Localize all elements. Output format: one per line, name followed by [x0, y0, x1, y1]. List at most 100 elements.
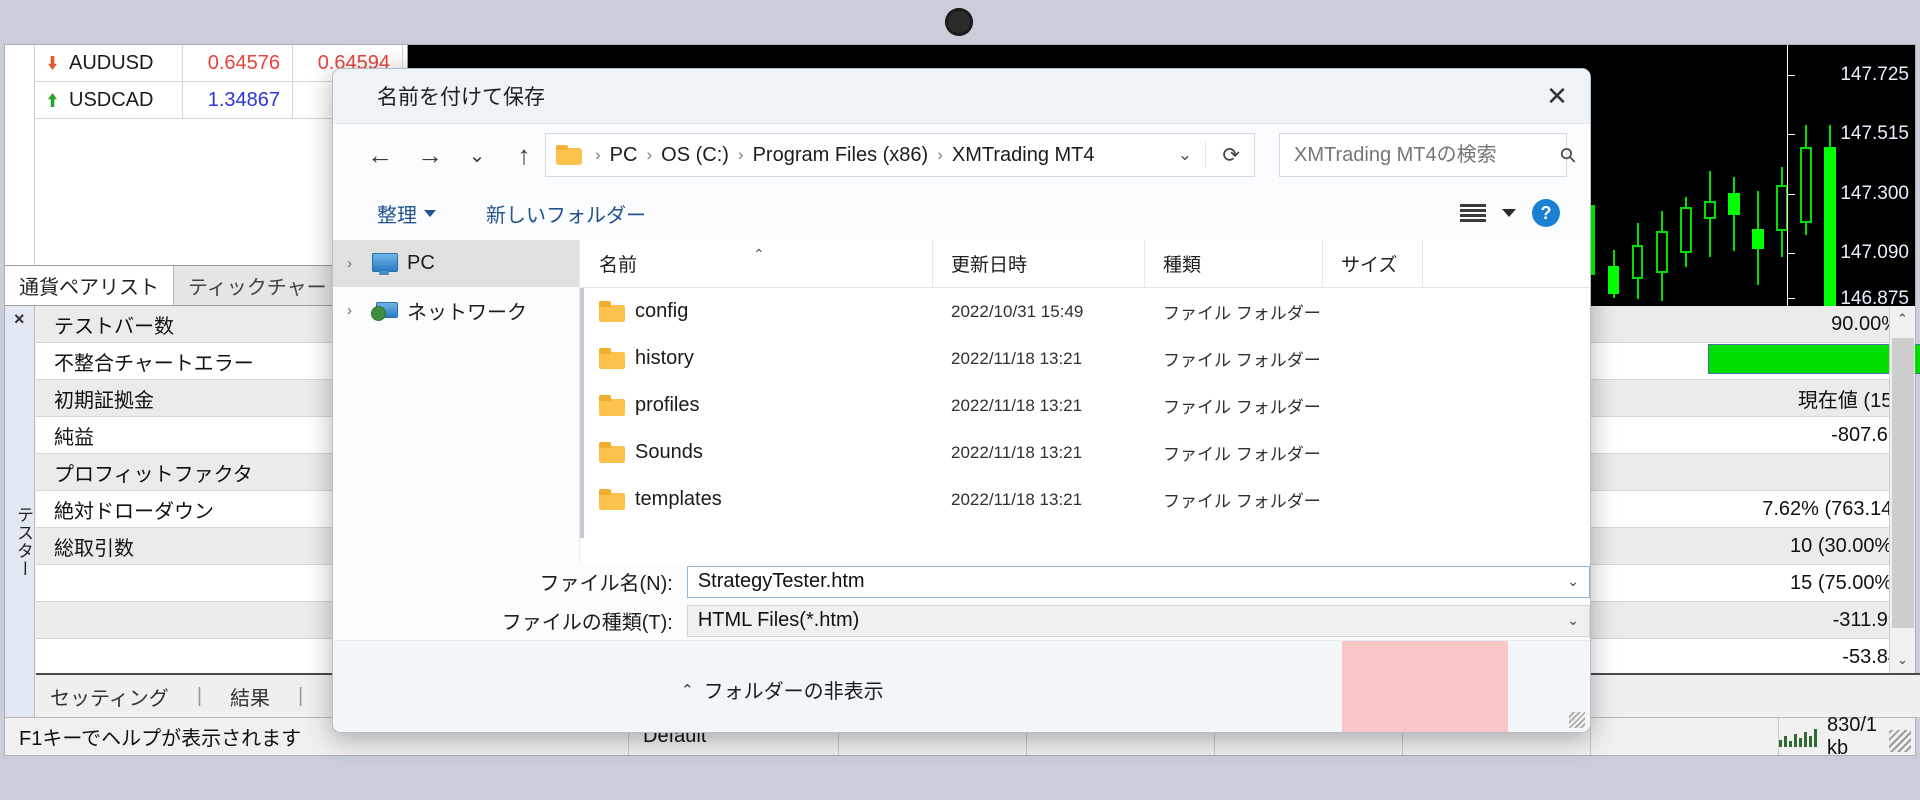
dialog-resize-grip[interactable]: [1569, 712, 1585, 728]
breadcrumb-item-pc[interactable]: PC: [610, 144, 638, 167]
dialog-footer: ⌃ フォルダーの非表示: [333, 640, 1590, 732]
signal-strength-icon: [1779, 727, 1817, 747]
chevron-right-icon[interactable]: ›: [347, 255, 361, 272]
list-item[interactable]: config 2022/10/31 15:49 ファイル フォルダー: [581, 288, 1590, 335]
filetype-label: ファイルの種類(T):: [501, 612, 673, 634]
candlestick: [1608, 250, 1619, 298]
column-header-size[interactable]: サイズ: [1323, 240, 1423, 287]
result-value: -807.66: [1831, 423, 1899, 446]
refresh-icon[interactable]: ⟳: [1222, 143, 1240, 168]
result-label: 初期証拠金: [36, 380, 346, 416]
screen: AUDUSD 0.64576 0.64594 USDCAD 1.34867 通貨…: [0, 0, 1920, 800]
result-label: プロフィットファクタ: [36, 454, 346, 490]
tree-item-label: PC: [407, 252, 435, 274]
command-bar: 整理 新しいフォルダー ?: [333, 186, 1590, 240]
tab-currency-pair-list[interactable]: 通貨ペアリスト: [5, 266, 174, 305]
breadcrumb-separator: ›: [646, 145, 653, 164]
forward-icon[interactable]: →: [405, 130, 455, 180]
candlestick: [1728, 177, 1740, 251]
file-name-cell: profiles: [581, 382, 933, 429]
breadcrumb-item-xmtrading-mt4[interactable]: XMTrading MT4: [952, 144, 1095, 167]
folder-icon: [599, 489, 625, 510]
axis-tick-label: 147.515: [1840, 123, 1909, 144]
tester-scrollbar[interactable]: ⌃ ⌄: [1889, 306, 1915, 673]
result-value: 90.00%: [1831, 312, 1899, 335]
result-value: 現在値 (15): [1797, 389, 1899, 412]
search-box[interactable]: ⚲: [1279, 133, 1582, 177]
navigation-bar: ← → ⌄ ↑ › PC › OS (C:) › Program Files (…: [333, 124, 1590, 186]
arrow-up-icon: [45, 92, 61, 108]
result-value: 10 (30.00%): [1790, 534, 1899, 557]
tree-item-pc[interactable]: › PC: [333, 240, 579, 287]
chevron-right-icon[interactable]: ›: [347, 302, 361, 319]
file-size-cell: [1323, 382, 1423, 429]
file-list-scroll-indicator[interactable]: [580, 288, 584, 538]
navigation-tree: › PC › ネットワーク: [333, 240, 580, 562]
recent-locations-icon[interactable]: ⌄: [455, 130, 499, 180]
breadcrumb-item-program-files[interactable]: Program Files (x86): [753, 144, 929, 167]
dialog-body: ← → ⌄ ↑ › PC › OS (C:) › Program Files (…: [333, 124, 1590, 732]
new-folder-button[interactable]: 新しいフォルダー: [474, 199, 658, 228]
close-icon[interactable]: ×: [14, 310, 25, 328]
folder-icon: [599, 301, 625, 322]
hide-folders-toggle[interactable]: ⌃ フォルダーの非表示: [681, 675, 884, 704]
view-list-icon[interactable]: [1460, 204, 1486, 222]
file-type-cell: ファイル フォルダー: [1163, 445, 1321, 464]
result-label: 絶対ドローダウン: [36, 491, 346, 527]
resize-grip[interactable]: [1889, 730, 1911, 752]
breadcrumb-item-os[interactable]: OS (C:): [661, 144, 729, 167]
help-icon[interactable]: ?: [1532, 199, 1560, 227]
filetype-value: HTML Files(*.htm): [697, 609, 860, 631]
up-icon[interactable]: ↑: [499, 130, 549, 180]
list-item[interactable]: templates 2022/11/18 13:21 ファイル フォルダー: [581, 476, 1590, 523]
chevron-down-icon[interactable]: ⌄: [1178, 145, 1192, 165]
symbol-label: USDCAD: [69, 88, 154, 111]
list-item[interactable]: history 2022/11/18 13:21 ファイル フォルダー: [581, 335, 1590, 382]
close-icon[interactable]: ✕: [1524, 69, 1590, 124]
scrollbar-thumb[interactable]: [1892, 338, 1914, 628]
address-bar[interactable]: › PC › OS (C:) › Program Files (x86) › X…: [545, 133, 1255, 177]
search-input[interactable]: [1292, 142, 1561, 168]
list-item[interactable]: profiles 2022/11/18 13:21 ファイル フォルダー: [581, 382, 1590, 429]
folder-icon: [556, 145, 582, 165]
network-icon: [371, 300, 398, 322]
axis-tick-label: 146.875: [1840, 288, 1909, 306]
chevron-down-icon[interactable]: ⌄: [1567, 612, 1579, 629]
scroll-up-icon[interactable]: ⌃: [1890, 306, 1915, 332]
hide-folders-label: フォルダーの非表示: [703, 681, 884, 703]
column-header-type[interactable]: 種類: [1145, 240, 1323, 287]
folder-icon: [599, 395, 625, 416]
tab-settings[interactable]: セッティング: [36, 682, 183, 711]
filetype-field-row: ファイルの種類(T): HTML Files(*.htm) ⌄: [333, 601, 1590, 640]
file-name-label: templates: [635, 488, 722, 510]
tab-tick-chart[interactable]: ティックチャー: [174, 266, 342, 305]
file-type-cell: ファイル フォルダー: [1163, 398, 1321, 417]
file-list-header: 名前 更新日時 種類 サイズ ⌃: [581, 240, 1590, 288]
divider: [1205, 142, 1206, 168]
axis-tick-label: 147.300: [1840, 183, 1909, 204]
candlestick: [1656, 211, 1668, 301]
organize-button[interactable]: 整理: [365, 199, 448, 228]
axis-tick-label: 147.090: [1840, 242, 1909, 263]
back-icon[interactable]: ←: [355, 130, 405, 180]
result-label: [36, 602, 346, 638]
save-button-highlight: [1342, 641, 1508, 732]
result-value: 7.62% (763.14): [1762, 497, 1899, 520]
tree-item-network[interactable]: › ネットワーク: [333, 287, 579, 334]
tab-results[interactable]: 結果: [216, 682, 284, 711]
filetype-select[interactable]: HTML Files(*.htm) ⌄: [686, 604, 1590, 637]
list-item[interactable]: Sounds 2022/11/18 13:21 ファイル フォルダー: [581, 429, 1590, 476]
symbol-cell: AUDUSD: [35, 45, 183, 81]
scroll-down-icon[interactable]: ⌄: [1890, 647, 1915, 673]
chevron-down-icon[interactable]: ⌄: [1567, 573, 1579, 590]
column-header-date[interactable]: 更新日時: [933, 240, 1145, 287]
chevron-down-icon[interactable]: [1502, 209, 1516, 217]
file-name-cell: Sounds: [581, 429, 933, 476]
filename-input[interactable]: StrategyTester.htm ⌄: [686, 565, 1590, 598]
filename-label: ファイル名(N):: [539, 573, 673, 595]
result-label: テストバー数: [36, 306, 346, 342]
result-value: -53.84: [1842, 645, 1899, 668]
breadcrumb-separator: ›: [595, 145, 601, 164]
bid-cell: 0.64576: [183, 45, 293, 81]
folder-icon: [599, 348, 625, 369]
